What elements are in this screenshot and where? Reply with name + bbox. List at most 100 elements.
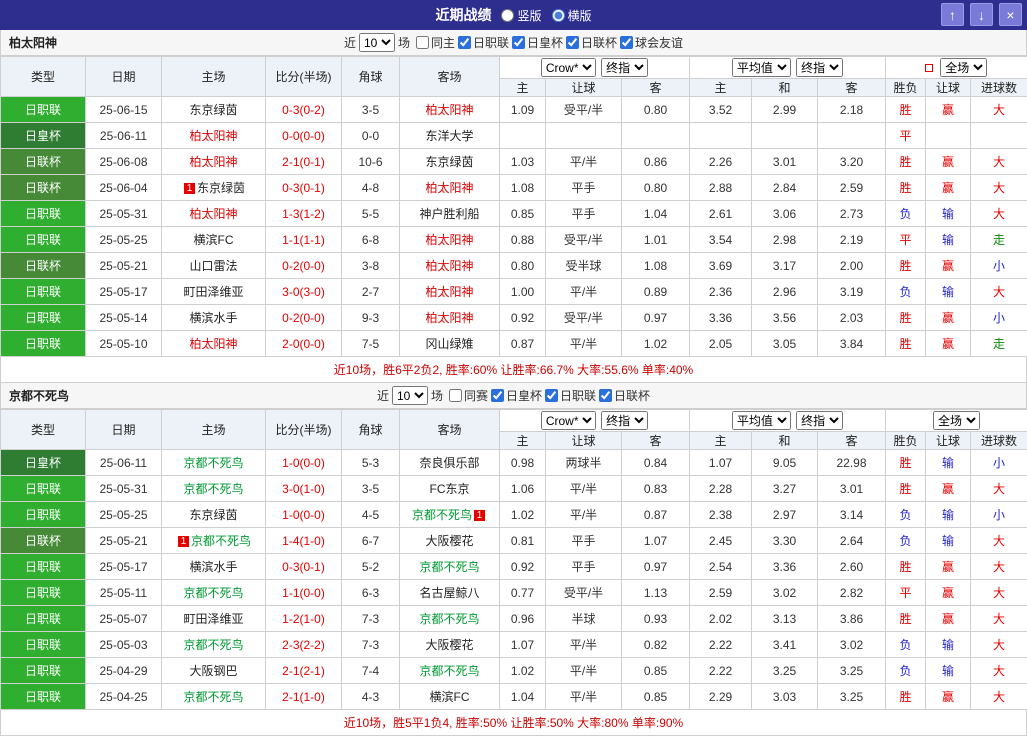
recent-matches-table-1: 类型 日期 主场 比分(半场) 角球 客场 Crow* 终指 平均值 终指 全场… — [0, 56, 1027, 357]
corner-cell: 2-7 — [342, 279, 400, 305]
col-corner: 角球 — [342, 410, 400, 450]
checkbox-input[interactable] — [512, 36, 525, 49]
filter-checkbox[interactable]: 同赛 — [449, 387, 488, 404]
filter-checkbox[interactable]: 日职联 — [545, 387, 596, 404]
odds-cell: 2.18 — [818, 97, 886, 123]
final-odds-select[interactable]: 终指 — [601, 58, 648, 77]
result-cell: 胜 — [886, 305, 926, 331]
odds-cell: 3.84 — [818, 331, 886, 357]
result-cell: 赢 — [926, 554, 971, 580]
filter-checkbox[interactable]: 日联杯 — [599, 387, 650, 404]
corner-cell: 5-2 — [342, 554, 400, 580]
checkbox-input[interactable] — [545, 389, 558, 402]
checkbox-input[interactable] — [620, 36, 633, 49]
away-team-cell: 京都不死鸟 — [400, 554, 500, 580]
away-team-cell: 东洋大学 — [400, 123, 500, 149]
team-name: 大阪钢巴 — [189, 664, 237, 678]
corner-cell: 3-5 — [342, 97, 400, 123]
average-select[interactable]: 平均值 — [732, 411, 791, 430]
team-name: 柏太阳神 — [425, 285, 473, 299]
final-odds-select[interactable]: 终指 — [601, 411, 648, 430]
date-cell: 25-05-21 — [86, 253, 162, 279]
odds-cell: 平/半 — [546, 502, 622, 528]
corner-cell: 5-3 — [342, 450, 400, 476]
odds-cell: 2.97 — [752, 502, 818, 528]
checkbox-input[interactable] — [491, 389, 504, 402]
result-cell: 输 — [926, 658, 971, 684]
score-cell: 0-2(0-0) — [266, 305, 342, 331]
average-odds-group: 平均值 终指 — [690, 410, 886, 432]
result-cell: 胜 — [886, 253, 926, 279]
team-name: 京都不死鸟 — [183, 456, 243, 470]
average-select[interactable]: 平均值 — [732, 58, 791, 77]
league-type-cell: 日职联 — [1, 305, 86, 331]
match-count-select[interactable]: 10 — [392, 386, 428, 405]
odds-cell: 2.00 — [818, 253, 886, 279]
move-up-button[interactable]: ↑ — [941, 3, 964, 26]
odds-cell: 22.98 — [818, 450, 886, 476]
checkbox-input[interactable] — [458, 36, 471, 49]
odds-cell: 1.02 — [500, 658, 546, 684]
fullmatch-select[interactable]: 全场 — [940, 58, 987, 77]
team-name: 京都不死鸟 — [419, 560, 479, 574]
result-cell: 输 — [926, 528, 971, 554]
result-cell: 小 — [971, 502, 1027, 528]
move-down-button[interactable]: ↓ — [970, 3, 993, 26]
filter-checkbox[interactable]: 日皇杯 — [512, 34, 563, 51]
result-cell: 赢 — [926, 97, 971, 123]
filter-checkbox[interactable]: 日皇杯 — [491, 387, 542, 404]
layout-radio-horizontal[interactable]: 横版 — [552, 7, 592, 24]
odds-cell: 平/半 — [546, 632, 622, 658]
league-filter-checkboxes: 同赛日皇杯日职联日联杯 — [446, 387, 650, 404]
checkbox-input[interactable] — [566, 36, 579, 49]
team-name: 山口雷法 — [189, 259, 237, 273]
summary-row-1: 近10场，胜6平2负2, 胜率:60% 让胜率:66.7% 大率:55.6% 单… — [0, 357, 1027, 383]
red-card-badge: 1 — [474, 510, 485, 521]
col-handicap: 让球 — [546, 432, 622, 450]
result-cell: 小 — [971, 305, 1027, 331]
filter-checkbox[interactable]: 日联杯 — [566, 34, 617, 51]
odds-cell: 2.36 — [690, 279, 752, 305]
home-team-cell: 京都不死鸟 — [162, 580, 266, 606]
filter-checkbox[interactable]: 日职联 — [458, 34, 509, 51]
home-team-cell: 町田泽维亚 — [162, 279, 266, 305]
final-odds-select-2[interactable]: 终指 — [796, 411, 843, 430]
result-cell: 输 — [926, 502, 971, 528]
odds-cell: 1.06 — [500, 476, 546, 502]
result-cell: 负 — [886, 201, 926, 227]
col-score: 比分(半场) — [266, 410, 342, 450]
filter-checkbox[interactable]: 同主 — [416, 34, 455, 51]
fullmatch-select[interactable]: 全场 — [933, 411, 980, 430]
odds-cell: 0.83 — [622, 476, 690, 502]
col-handicap-result: 让球 — [926, 432, 971, 450]
score-cell: 2-1(0-1) — [266, 149, 342, 175]
result-cell: 大 — [971, 554, 1027, 580]
score-cell: 1-4(1-0) — [266, 528, 342, 554]
team-name: 柏太阳神 — [425, 233, 473, 247]
checkbox-input[interactable] — [416, 36, 429, 49]
horizontal-radio-input[interactable] — [552, 9, 565, 22]
odds-cell: 2.02 — [690, 606, 752, 632]
checkbox-input[interactable] — [599, 389, 612, 402]
result-cell: 输 — [926, 279, 971, 305]
bookmaker-select[interactable]: Crow* — [541, 411, 596, 430]
col-away: 客场 — [400, 410, 500, 450]
bookmaker-select[interactable]: Crow* — [541, 58, 596, 77]
vertical-radio-input[interactable] — [501, 9, 514, 22]
checkbox-input[interactable] — [449, 389, 462, 402]
away-team-cell: 京都不死鸟 — [400, 658, 500, 684]
col-away: 客场 — [400, 57, 500, 97]
layout-radio-vertical[interactable]: 竖版 — [501, 7, 541, 24]
games-label: 场 — [398, 34, 410, 51]
score-cell: 3-0(3-0) — [266, 279, 342, 305]
corner-cell: 4-5 — [342, 502, 400, 528]
odds-cell: 0.85 — [622, 658, 690, 684]
col-goals-result: 进球数 — [971, 79, 1027, 97]
filter-checkbox[interactable]: 球会友谊 — [620, 34, 683, 51]
section-team-name: 柏太阳神 — [9, 34, 57, 51]
away-team-cell: 冈山绿雉 — [400, 331, 500, 357]
final-odds-select-2[interactable]: 终指 — [796, 58, 843, 77]
close-button[interactable]: × — [999, 3, 1022, 26]
match-count-select[interactable]: 10 — [359, 33, 395, 52]
away-team-cell: 柏太阳神 — [400, 175, 500, 201]
